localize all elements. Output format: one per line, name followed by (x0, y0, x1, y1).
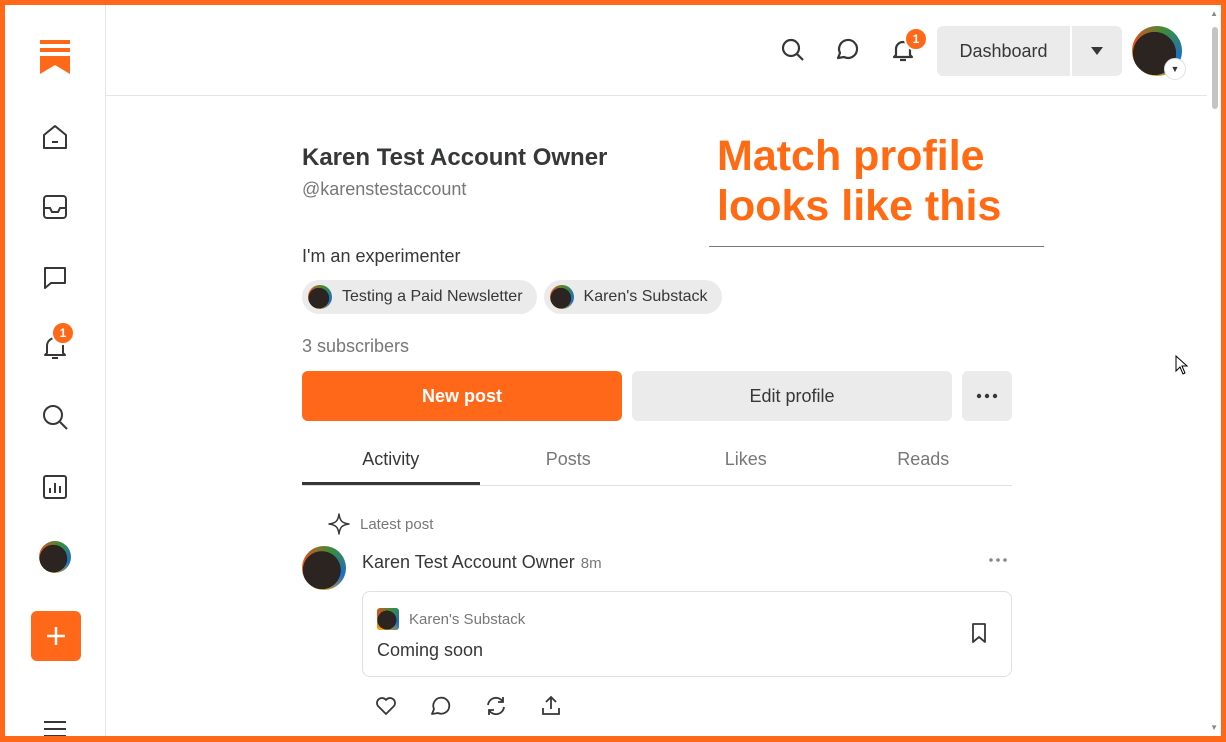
new-post-button[interactable]: New post (302, 371, 622, 421)
publication-name: Testing a Paid Newsletter (342, 288, 523, 305)
stats-icon[interactable] (31, 463, 79, 511)
profile-bio: I'm an experimenter (302, 246, 461, 266)
post-time: 8m (580, 555, 602, 572)
post-menu-button[interactable] (988, 550, 1008, 568)
notification-badge: 1 (51, 321, 75, 345)
edit-profile-button[interactable]: Edit profile (632, 371, 952, 421)
latest-post-text: Latest post (360, 515, 434, 533)
publication-name: Karen's Substack (409, 610, 526, 628)
author-name[interactable]: Karen Test Account Owner (362, 552, 575, 572)
home-icon[interactable] (31, 113, 79, 161)
scrollbar-thumb[interactable] (1212, 27, 1218, 109)
inbox-icon[interactable] (31, 183, 79, 231)
ellipsis-icon (989, 558, 1007, 562)
chevron-down-icon: ▼ (1164, 58, 1186, 80)
publication-avatar (308, 285, 332, 309)
share-icon[interactable] (539, 694, 563, 718)
new-post-button[interactable] (31, 611, 81, 661)
post-title: Coming soon (377, 640, 484, 660)
scroll-up-arrow[interactable]: ▲ (1210, 9, 1218, 18)
publication-name: Karen's Substack (583, 288, 708, 305)
app-frame: 1 1 Dashboard ▼ ▲ ▼ Karen Test Account O… (0, 0, 1226, 742)
post-card[interactable]: Karen's Substack Coming soon (362, 591, 1012, 677)
user-menu-avatar[interactable]: ▼ (1132, 26, 1186, 80)
profile-tabs: Activity Posts Likes Reads (302, 441, 1012, 486)
substack-logo-icon[interactable] (31, 33, 79, 81)
heart-icon[interactable] (374, 694, 398, 718)
publication-avatar (377, 608, 399, 630)
tab-posts[interactable]: Posts (480, 441, 658, 485)
tab-likes[interactable]: Likes (657, 441, 835, 485)
post-actions (374, 694, 563, 718)
publication-chip[interactable]: Karen's Substack (543, 280, 722, 314)
mouse-cursor-icon (1175, 354, 1189, 380)
dashboard-dropdown-button[interactable] (1072, 26, 1122, 76)
plus-icon (47, 627, 65, 645)
comment-icon[interactable] (429, 694, 453, 718)
dashboard-button[interactable]: Dashboard (937, 26, 1070, 76)
top-bar: 1 Dashboard ▼ (106, 5, 1221, 96)
search-icon[interactable] (776, 33, 810, 67)
restack-icon[interactable] (484, 694, 508, 718)
publication-chip[interactable]: Testing a Paid Newsletter (302, 280, 537, 314)
publication-avatar (549, 285, 574, 309)
tab-reads[interactable]: Reads (835, 441, 1013, 485)
profile-avatar[interactable] (31, 533, 79, 581)
sidebar: 1 (5, 5, 106, 736)
annotation-text: Match profile looks like this (717, 132, 1002, 230)
notification-badge: 1 (904, 27, 928, 51)
scrollbar[interactable]: ▲ ▼ (1207, 5, 1221, 736)
chat-icon[interactable] (31, 253, 79, 301)
bookmark-icon[interactable] (969, 622, 989, 649)
sparkle-icon (328, 513, 350, 535)
annotation-callout: Match profile looks like this (709, 127, 1044, 247)
ellipsis-icon (976, 393, 998, 399)
search-icon[interactable] (31, 393, 79, 441)
profile-name: Karen Test Account Owner (302, 144, 608, 171)
bell-icon[interactable]: 1 (31, 321, 79, 371)
post-author: Karen Test Account Owner 8m (362, 552, 602, 573)
latest-post-label: Latest post (328, 513, 433, 535)
hamburger-icon[interactable] (31, 705, 79, 736)
scroll-down-arrow[interactable]: ▼ (1210, 723, 1218, 732)
subscriber-count[interactable]: 3 subscribers (302, 336, 409, 357)
profile-handle: @karenstestaccount (302, 179, 467, 199)
author-avatar[interactable] (302, 546, 346, 590)
chat-icon[interactable] (830, 33, 864, 67)
publication-list: Testing a Paid Newsletter Karen's Substa… (302, 280, 722, 314)
caret-down-icon (1091, 47, 1103, 55)
bell-icon[interactable]: 1 (886, 27, 928, 67)
more-options-button[interactable] (962, 371, 1012, 421)
tab-activity[interactable]: Activity (302, 441, 480, 485)
post-publication: Karen's Substack (377, 608, 525, 630)
